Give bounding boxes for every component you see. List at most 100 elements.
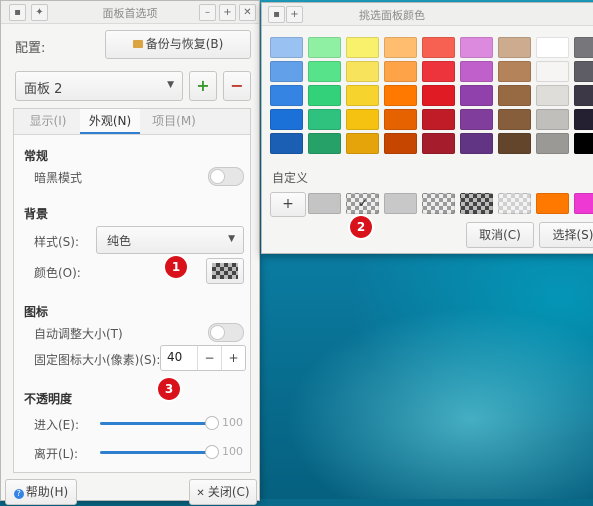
enter-slider-knob[interactable]	[205, 416, 219, 430]
increment-button[interactable]: +	[221, 346, 245, 370]
annotation-marker-2: 2	[350, 216, 372, 238]
panel-preferences-window: ▪ ✦ 面板首选项 – + ✕ 配置: 备份与恢复(B) 面板 2 ▼ + − …	[0, 0, 260, 501]
custom-swatch-magenta[interactable]	[574, 193, 593, 214]
custom-swatch-checker-light[interactable]	[498, 193, 531, 214]
palette-swatch[interactable]	[536, 61, 569, 82]
palette-swatch[interactable]	[270, 133, 303, 154]
palette-swatch[interactable]	[346, 85, 379, 106]
palette-swatch[interactable]	[498, 109, 531, 130]
leave-value: 100	[222, 445, 243, 458]
style-value: 纯色	[107, 232, 131, 249]
palette-swatch[interactable]	[384, 85, 417, 106]
add-panel-button[interactable]: +	[189, 71, 217, 101]
palette-swatch[interactable]	[498, 85, 531, 106]
leave-label: 离开(L):	[34, 445, 78, 462]
plus-icon: +	[196, 76, 209, 95]
palette-swatch[interactable]	[384, 61, 417, 82]
palette-swatch[interactable]	[346, 61, 379, 82]
palette-swatch[interactable]	[422, 133, 455, 154]
add-custom-label: +	[282, 196, 294, 212]
palette-swatch[interactable]	[536, 109, 569, 130]
color-button[interactable]	[206, 258, 244, 284]
palette-swatch[interactable]	[270, 37, 303, 58]
title-bar[interactable]: ▪ + 挑选面板颜色	[262, 3, 593, 26]
palette-swatch[interactable]	[422, 109, 455, 130]
add-custom-color-button[interactable]: +	[270, 192, 306, 217]
palette-swatch[interactable]	[384, 37, 417, 58]
palette-swatch[interactable]	[498, 61, 531, 82]
help-icon: ?	[14, 489, 24, 499]
palette-swatch[interactable]	[574, 133, 593, 154]
fixed-size-value[interactable]: 40	[167, 350, 182, 364]
palette-swatch[interactable]	[270, 109, 303, 130]
dark-mode-toggle[interactable]	[208, 167, 244, 186]
custom-swatch-light-gray[interactable]	[384, 193, 417, 214]
palette-swatch[interactable]	[308, 37, 341, 58]
leave-slider-track[interactable]	[100, 451, 212, 454]
palette-swatch[interactable]	[346, 109, 379, 130]
tab-display[interactable]: 显示(I)	[18, 109, 78, 134]
auto-size-toggle[interactable]	[208, 323, 244, 342]
tab-appearance[interactable]: 外观(N)	[80, 109, 140, 134]
enter-label: 进入(E):	[34, 416, 79, 433]
panel-select-dropdown[interactable]: 面板 2 ▼	[15, 71, 183, 101]
close-button[interactable]: ✕关闭(C)	[189, 479, 257, 505]
custom-swatch-checker-dark[interactable]	[460, 193, 493, 214]
style-dropdown[interactable]: 纯色 ▼	[96, 226, 244, 254]
palette-swatch[interactable]	[536, 85, 569, 106]
window-title: 挑选面板颜色	[182, 7, 593, 23]
remove-panel-button[interactable]: −	[223, 71, 251, 101]
cancel-button[interactable]: 取消(C)	[466, 222, 534, 248]
palette-swatch[interactable]	[308, 61, 341, 82]
toggle-knob	[210, 169, 225, 184]
palette-swatch[interactable]	[574, 109, 593, 130]
palette-swatch[interactable]	[574, 61, 593, 82]
tab-pane: 显示(I) 外观(N) 项目(M) 常规 暗黑模式 背景 样式(S): 纯色 ▼…	[13, 108, 251, 473]
palette-swatch[interactable]	[384, 109, 417, 130]
help-button[interactable]: ?帮助(H)	[5, 479, 77, 505]
palette-swatch[interactable]	[536, 37, 569, 58]
palette-swatch[interactable]	[498, 133, 531, 154]
palette-swatch[interactable]	[422, 85, 455, 106]
palette-swatch[interactable]	[346, 37, 379, 58]
backup-restore-button[interactable]: 备份与恢复(B)	[105, 30, 251, 59]
enter-slider-track[interactable]	[100, 422, 212, 425]
palette-swatch[interactable]	[536, 133, 569, 154]
select-button[interactable]: 选择(S)	[539, 222, 593, 248]
palette-swatch[interactable]	[460, 133, 493, 154]
palette-swatch[interactable]	[422, 61, 455, 82]
palette-swatch[interactable]	[384, 133, 417, 154]
help-label: 帮助(H)	[26, 485, 68, 499]
decrement-button[interactable]: −	[197, 346, 221, 370]
palette-swatch[interactable]	[308, 85, 341, 106]
palette-swatch[interactable]	[574, 85, 593, 106]
palette-swatch[interactable]	[460, 85, 493, 106]
folder-icon	[133, 40, 143, 48]
custom-label: 自定义	[272, 169, 308, 186]
config-label: 配置:	[15, 37, 45, 56]
custom-swatch-orange[interactable]	[536, 193, 569, 214]
palette-swatch[interactable]	[270, 85, 303, 106]
palette-swatch[interactable]	[460, 109, 493, 130]
toggle-knob	[210, 325, 225, 340]
palette-swatch[interactable]	[270, 61, 303, 82]
custom-swatch-gray[interactable]	[308, 193, 341, 214]
palette-swatch[interactable]	[574, 37, 593, 58]
palette-swatch[interactable]	[422, 37, 455, 58]
leave-slider-knob[interactable]	[205, 445, 219, 459]
icons-heading: 图标	[24, 303, 48, 320]
auto-size-label: 自动调整大小(T)	[34, 325, 123, 342]
palette-swatch[interactable]	[460, 37, 493, 58]
chevron-down-icon: ▼	[228, 234, 235, 244]
tab-items[interactable]: 项目(M)	[142, 109, 206, 134]
palette-swatch[interactable]	[346, 133, 379, 154]
palette-swatch[interactable]	[308, 109, 341, 130]
tab-items-label: 项目(M)	[152, 114, 196, 128]
palette-swatch[interactable]	[460, 61, 493, 82]
chevron-down-icon: ▼	[167, 80, 174, 90]
annotation-marker-3: 3	[158, 378, 180, 400]
palette-swatch[interactable]	[498, 37, 531, 58]
custom-swatch-checker-selected[interactable]: ✓	[346, 193, 379, 214]
custom-swatch-checker-2[interactable]	[422, 193, 455, 214]
palette-swatch[interactable]	[308, 133, 341, 154]
